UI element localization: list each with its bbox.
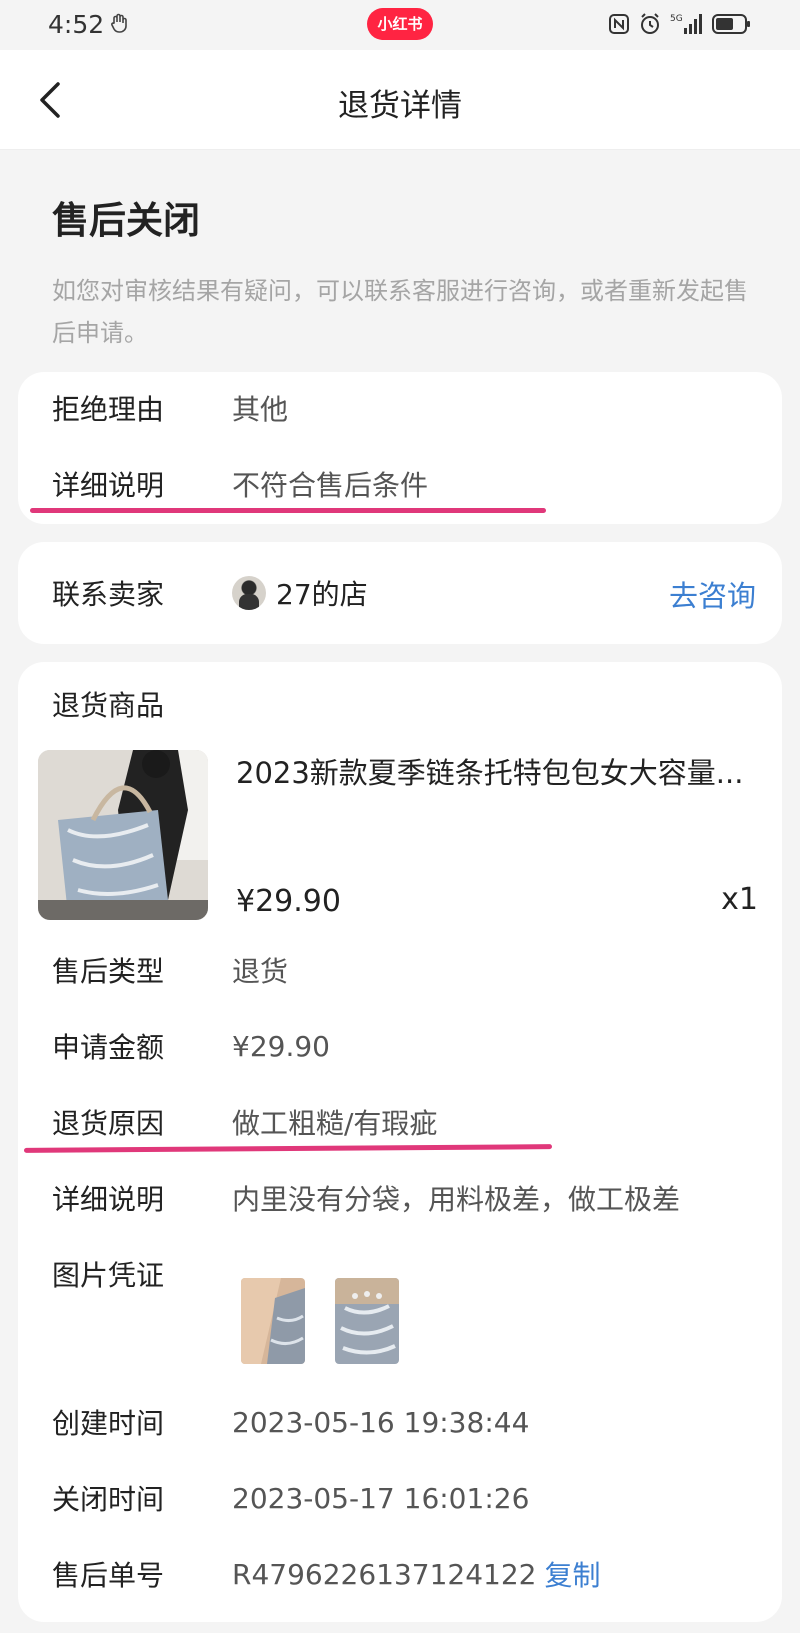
status-bar: 4:52 小红书 5G	[0, 0, 800, 50]
nav-bar: 退货详情	[0, 50, 800, 150]
evidence-photo-1-icon	[241, 1278, 305, 1364]
consult-button[interactable]: 去咨询	[669, 573, 756, 615]
status-description: 如您对审核结果有疑问，可以联系客服进行咨询，或者重新发起售后申请。	[52, 277, 748, 347]
copy-button[interactable]: 复制	[545, 1554, 601, 1594]
amount-label: 申请金额	[52, 1031, 165, 1064]
detail-desc-row: 详细说明 内里没有分袋，用料极差，做工极差	[52, 1178, 748, 1218]
order-number-row: 售后单号 R4796226137124122 复制	[52, 1554, 748, 1594]
evidence-photo-2-icon	[335, 1278, 399, 1364]
alarm-icon	[641, 13, 659, 34]
seller-label: 联系卖家	[52, 578, 165, 611]
order-number-label: 售后单号	[52, 1559, 165, 1592]
status-time: 4:52	[48, 10, 105, 39]
product-section-row: 退货商品	[52, 684, 748, 724]
seller-name: 27的店	[276, 578, 368, 611]
rejection-detail-value: 不符合售后条件	[232, 469, 429, 502]
avatar	[232, 576, 266, 610]
detail-desc-label: 详细说明	[52, 1183, 165, 1216]
aftersale-type-value: 退货	[232, 955, 289, 988]
amount-value: ¥29.90	[232, 1029, 330, 1063]
amount-row: 申请金额 ¥29.90	[52, 1026, 748, 1066]
product-section-label: 退货商品	[52, 689, 165, 722]
closed-time-label: 关闭时间	[52, 1483, 165, 1516]
aftersale-type-label: 售后类型	[52, 955, 165, 988]
signal-icon: 5G	[670, 14, 702, 34]
created-time-row: 创建时间 2023-05-16 19:38:44	[52, 1402, 748, 1442]
highlight-underline	[23, 1144, 553, 1153]
product-price: ¥29.90	[236, 884, 341, 919]
rejection-card: 拒绝理由 其他 详细说明 不符合售后条件	[18, 372, 782, 524]
photos-row: 图片凭证	[52, 1254, 748, 1294]
rejection-reason-label: 拒绝理由	[52, 393, 165, 426]
product-photo-icon	[38, 750, 208, 920]
detail-desc-value: 内里没有分袋，用料极差，做工极差	[232, 1183, 681, 1216]
created-time-label: 创建时间	[52, 1407, 165, 1440]
product-title[interactable]: 2023新款夏季链条托特包包女大容量...	[236, 750, 756, 792]
svg-text:5G: 5G	[670, 14, 683, 24]
evidence-photo[interactable]	[335, 1278, 399, 1364]
rejection-reason-value: 其他	[232, 393, 289, 426]
status-header: 售后关闭 如您对审核结果有疑问，可以联系客服进行咨询，或者重新发起售后申请。	[52, 190, 752, 354]
product-quantity: x1	[721, 882, 758, 917]
return-reason-row: 退货原因 做工粗糙/有瑕疵	[52, 1102, 748, 1142]
seller-card: 联系卖家 27的店 去咨询	[18, 542, 782, 644]
created-time-value: 2023-05-16 19:38:44	[232, 1405, 530, 1439]
rejection-reason-row: 拒绝理由 其他	[52, 388, 748, 428]
product-image[interactable]	[38, 750, 208, 920]
app-badge: 小红书	[367, 8, 433, 40]
battery-icon	[712, 14, 750, 34]
status-icons: 5G	[608, 11, 752, 37]
return-reason-value: 做工粗糙/有瑕疵	[232, 1107, 438, 1140]
seller-row: 联系卖家 27的店	[52, 573, 748, 613]
product-card: 退货商品 2023新款夏季链条托特包包女大容量... ¥29.90 x1 售后类…	[18, 662, 782, 1622]
page-title: 退货详情	[338, 88, 462, 124]
nfc-icon	[609, 14, 629, 34]
closed-time-row: 关闭时间 2023-05-17 16:01:26	[52, 1478, 748, 1518]
rejection-detail-label: 详细说明	[52, 469, 165, 502]
closed-time-value: 2023-05-17 16:01:26	[232, 1481, 530, 1515]
return-reason-label: 退货原因	[52, 1107, 165, 1140]
order-number-value: R4796226137124122	[232, 1557, 537, 1591]
rejection-detail-row: 详细说明 不符合售后条件	[52, 464, 748, 504]
status-title: 售后关闭	[52, 199, 200, 242]
highlight-underline	[30, 508, 546, 513]
aftersale-type-row: 售后类型 退货	[52, 950, 748, 990]
evidence-photo[interactable]	[241, 1278, 305, 1364]
photos-label: 图片凭证	[52, 1259, 165, 1292]
hand-icon	[111, 13, 127, 33]
